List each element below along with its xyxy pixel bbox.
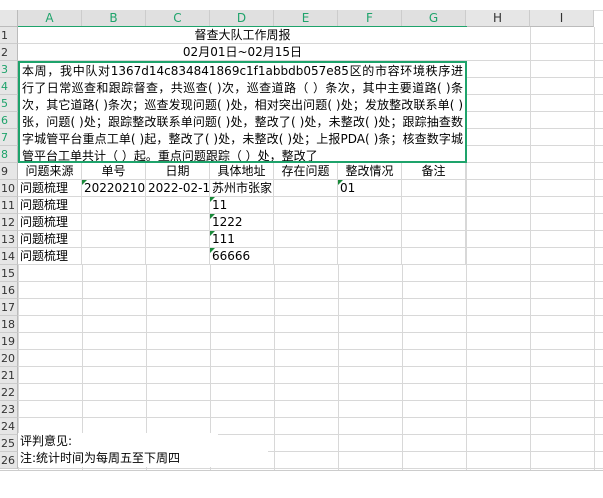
- note-text[interactable]: 注:统计时间为每周五至下周四: [18, 450, 268, 467]
- column-header-A[interactable]: A: [18, 10, 82, 27]
- row-header-1[interactable]: 1: [0, 27, 18, 44]
- row-header-10[interactable]: 10: [0, 180, 18, 197]
- table-cell[interactable]: [402, 180, 466, 197]
- row-header-9[interactable]: 9: [0, 163, 18, 180]
- table-cell[interactable]: [402, 248, 466, 265]
- table-cell[interactable]: [82, 248, 146, 265]
- sheet-bottom-bar: [0, 470, 603, 498]
- row-header-13[interactable]: 13: [0, 231, 18, 248]
- row-header-8[interactable]: 8: [0, 146, 18, 163]
- column-header-F[interactable]: F: [338, 10, 402, 27]
- table-cell[interactable]: 问题梳理: [18, 248, 82, 265]
- comment-label[interactable]: 评判意见:: [18, 433, 218, 450]
- row-header-6[interactable]: 6: [0, 112, 18, 129]
- table-cell[interactable]: [274, 197, 338, 214]
- row-header-15[interactable]: 15: [0, 265, 18, 282]
- row-header-24[interactable]: 24: [0, 418, 18, 435]
- table-cell[interactable]: [274, 180, 338, 197]
- column-header-H[interactable]: H: [466, 10, 530, 27]
- text-number-indicator-icon: [210, 197, 215, 202]
- table-cell[interactable]: [338, 248, 402, 265]
- row-header-11[interactable]: 11: [0, 197, 18, 214]
- table-header-cell[interactable]: 存在问题: [274, 163, 338, 180]
- text-number-indicator-icon: [338, 180, 343, 185]
- table-cell[interactable]: 111: [210, 231, 274, 248]
- row-header-17[interactable]: 17: [0, 299, 18, 316]
- table-cell[interactable]: [146, 197, 210, 214]
- table-cell[interactable]: 问题梳理: [18, 180, 82, 197]
- report-title[interactable]: 督查大队工作周报: [18, 27, 467, 44]
- text-number-indicator-icon: [210, 248, 215, 253]
- text-number-indicator-icon: [210, 231, 215, 236]
- row-header-3[interactable]: 3: [0, 61, 18, 78]
- table-cell[interactable]: 问题梳理: [18, 214, 82, 231]
- row-header-23[interactable]: 23: [0, 401, 18, 418]
- row-header-19[interactable]: 19: [0, 333, 18, 350]
- table-header-cell[interactable]: 备注: [402, 163, 466, 180]
- table-cell[interactable]: 66666: [210, 248, 274, 265]
- table-cell[interactable]: [82, 197, 146, 214]
- table-cell[interactable]: [274, 248, 338, 265]
- table-cell[interactable]: [82, 231, 146, 248]
- table-header-cell[interactable]: 整改情况: [338, 163, 402, 180]
- table-cell[interactable]: [146, 231, 210, 248]
- row-header-7[interactable]: 7: [0, 129, 18, 146]
- column-header-C[interactable]: C: [146, 10, 210, 27]
- column-header-E[interactable]: E: [274, 10, 338, 27]
- table-cell[interactable]: [146, 248, 210, 265]
- text-number-indicator-icon: [82, 180, 87, 185]
- row-header-2[interactable]: 2: [0, 44, 18, 61]
- table-cell[interactable]: [274, 214, 338, 231]
- select-all-corner[interactable]: [0, 10, 18, 27]
- row-header-4[interactable]: 4: [0, 78, 18, 95]
- row-header-5[interactable]: 5: [0, 95, 18, 112]
- table-cell[interactable]: 苏州市张家: [210, 180, 274, 197]
- table-cell[interactable]: [146, 214, 210, 231]
- table-header-cell[interactable]: 问题来源: [18, 163, 82, 180]
- column-header-G[interactable]: G: [402, 10, 466, 27]
- row-header-18[interactable]: 18: [0, 316, 18, 333]
- table-header-cell[interactable]: 单号: [82, 163, 146, 180]
- table-cell[interactable]: [338, 214, 402, 231]
- table-cell[interactable]: 问题梳理: [18, 197, 82, 214]
- table-cell[interactable]: 问题梳理: [18, 231, 82, 248]
- table-cell[interactable]: [82, 214, 146, 231]
- table-cell[interactable]: [338, 197, 402, 214]
- table-cell[interactable]: [402, 214, 466, 231]
- row-header-21[interactable]: 21: [0, 367, 18, 384]
- table-cell[interactable]: [402, 231, 466, 248]
- table-cell[interactable]: 11: [210, 197, 274, 214]
- table-header-cell[interactable]: 具体地址: [210, 163, 274, 180]
- table-cell[interactable]: [338, 231, 402, 248]
- row-header-26[interactable]: 26: [0, 452, 18, 469]
- column-header-I[interactable]: I: [530, 10, 594, 27]
- table-cell[interactable]: 202202104: [82, 180, 146, 197]
- row-header-12[interactable]: 12: [0, 214, 18, 231]
- row-header-16[interactable]: 16: [0, 282, 18, 299]
- column-header-B[interactable]: B: [82, 10, 146, 27]
- row-header-20[interactable]: 20: [0, 350, 18, 367]
- row-header-25[interactable]: 25: [0, 435, 18, 452]
- table-cell[interactable]: [402, 197, 466, 214]
- text-number-indicator-icon: [210, 214, 215, 219]
- row-header-14[interactable]: 14: [0, 248, 18, 265]
- table-cell[interactable]: 2022-02-10: [146, 180, 210, 197]
- table-header-cell[interactable]: 日期: [146, 163, 210, 180]
- column-header-D[interactable]: D: [210, 10, 274, 27]
- summary-paragraph-cell[interactable]: 本周，我中队对1367d14c834841869c1f1abbdb057e85区…: [18, 61, 467, 163]
- table-cell[interactable]: 01: [338, 180, 402, 197]
- report-date-range[interactable]: 02月01日~02月15日: [18, 44, 467, 61]
- row-header-22[interactable]: 22: [0, 384, 18, 401]
- table-cell[interactable]: [274, 231, 338, 248]
- table-cell[interactable]: 1222: [210, 214, 274, 231]
